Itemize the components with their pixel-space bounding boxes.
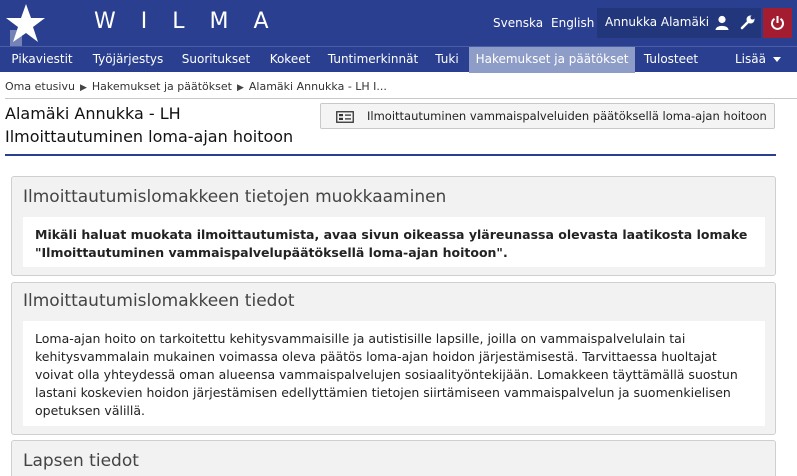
form-icon [336, 111, 354, 123]
breadcrumb-home[interactable]: Oma etusivu [5, 80, 75, 93]
breadcrumb-separator-icon: ▶ [79, 83, 87, 93]
logout-button[interactable] [763, 8, 792, 38]
panel-child-title: Lapsen tiedot [23, 451, 139, 471]
open-form-button[interactable]: Ilmoittautuminen vammaispalveluiden päät… [320, 103, 775, 129]
breadcrumb-divider [5, 98, 797, 99]
nav-item-tyojarjestys[interactable]: Työjärjestys [85, 47, 171, 73]
language-swedish-link[interactable]: Svenska [493, 16, 543, 30]
user-icon[interactable] [715, 15, 729, 31]
panel-edit-body: Mikäli haluat muokata ilmoittautumista, … [23, 217, 765, 267]
breadcrumb: Oma etusivu ▶ Hakemukset ja päätökset ▶ Alam… [5, 80, 387, 93]
wilma-star-logo-icon[interactable] [0, 0, 46, 46]
info-text-line: lastani koskevien hoidon järjestämisen e… [35, 385, 731, 400]
panel-child-info: Lapsen tiedot [11, 440, 776, 476]
info-text-line: kehitysvammalain mukainen voimassa oleva… [35, 349, 717, 364]
nav-item-tuntimerkinnat[interactable]: Tuntimerkinnät [323, 47, 423, 73]
breadcrumb-separator-icon: ▶ [236, 83, 244, 93]
panel-info-body: Loma-ajan hoito on tarkoitettu kehitysva… [23, 321, 765, 426]
edit-instructions-line2: "Ilmoittautuminen vammaispalvelupäätökse… [35, 245, 508, 260]
page-title-line2: Ilmoittautuminen loma-ajan hoitoon [5, 127, 294, 146]
nav-item-hakemukset-ja-paatokset[interactable]: Hakemukset ja päätökset [469, 47, 635, 73]
nav-item-tulosteet[interactable]: Tulosteet [637, 47, 705, 73]
title-underline [5, 154, 776, 156]
nav-item-suoritukset[interactable]: Suoritukset [176, 47, 256, 73]
edit-instructions-line1: Mikäli haluat muokata ilmoittautumista, … [35, 227, 748, 242]
chevron-down-icon [772, 57, 781, 62]
breadcrumb-applications[interactable]: Hakemukset ja päätökset [92, 80, 232, 93]
wilma-wordmark: WILMA [94, 9, 294, 34]
info-text-line: opetuksen välillä. [35, 403, 146, 418]
panel-edit-title: Ilmoittautumislomakkeen tietojen muokkaa… [23, 187, 447, 207]
open-form-button-label: Ilmoittautuminen vammaispalveluiden päät… [367, 109, 767, 123]
info-text-line: Loma-ajan hoito on tarkoitettu kehitysva… [35, 331, 686, 346]
breadcrumb-current: Alamäki Annukka - LH I... [248, 80, 387, 93]
nav-item-kokeet[interactable]: Kokeet [263, 47, 317, 73]
panel-edit-form: Ilmoittautumislomakkeen tietojen muokkaa… [11, 176, 776, 276]
wrench-settings-icon[interactable] [740, 14, 756, 30]
page-title-line1: Alamäki Annukka - LH [5, 104, 181, 123]
nav-more-dropdown[interactable]: Lisää [735, 47, 781, 73]
panel-form-info: Ilmoittautumislomakkeen tiedot Loma-ajan… [11, 282, 776, 435]
nav-item-pikaviestit[interactable]: Pikaviestit [5, 47, 79, 73]
power-icon [771, 16, 784, 30]
panel-info-title: Ilmoittautumislomakkeen tiedot [23, 291, 295, 311]
top-header: WILMA Svenska English Annukka Alamäki [0, 0, 797, 46]
language-english-link[interactable]: English [551, 16, 594, 30]
main-navigation: Pikaviestit Työjärjestys Suoritukset Kok… [0, 46, 797, 73]
nav-item-tuki[interactable]: Tuki [427, 47, 467, 73]
user-menu[interactable]: Annukka Alamäki [597, 8, 761, 38]
info-text-line: voivat olla yhteydessä oman alueensa vam… [35, 367, 738, 382]
nav-more-label: Lisää [735, 52, 766, 66]
user-name[interactable]: Annukka Alamäki [605, 15, 709, 29]
